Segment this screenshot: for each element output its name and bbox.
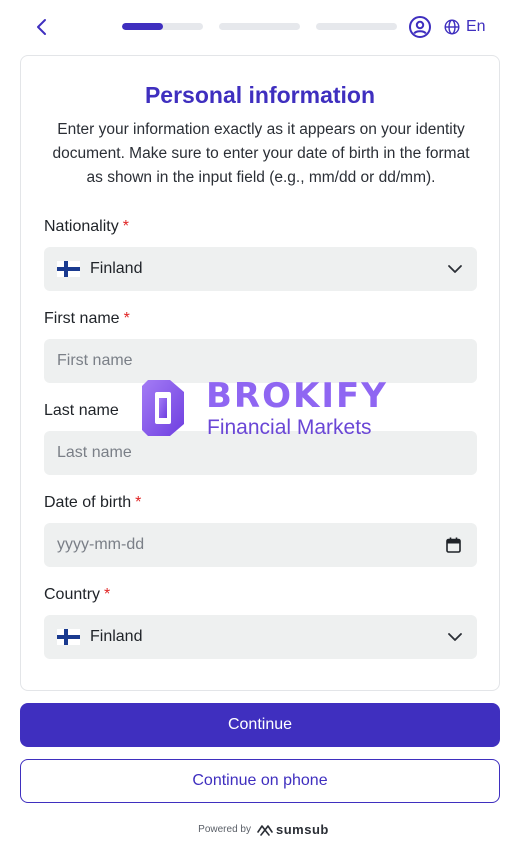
powered-by-footer: Powered by sumsub — [0, 822, 527, 837]
chevron-left-icon — [37, 19, 46, 35]
last-name-placeholder: Last name — [57, 444, 132, 461]
last-name-input[interactable]: Last name — [44, 431, 477, 475]
page-title: Personal information — [144, 82, 376, 108]
required-marker: * — [123, 310, 130, 327]
first-name-label: First name * — [44, 310, 130, 327]
nationality-select[interactable]: Finland — [44, 247, 477, 291]
sumsub-logo-icon — [257, 824, 273, 836]
globe-icon — [444, 19, 460, 35]
calendar-icon[interactable] — [446, 537, 461, 553]
back-button[interactable] — [32, 15, 54, 39]
progress-step-2 — [219, 23, 300, 30]
powered-by-label: Powered by — [198, 824, 251, 835]
first-name-input[interactable]: First name — [44, 339, 477, 383]
dob-input[interactable]: yyyy-mm-dd — [44, 523, 477, 567]
nationality-label: Nationality * — [44, 218, 129, 235]
first-name-placeholder: First name — [57, 352, 133, 369]
page-subtitle: Enter your information exactly as it app… — [52, 121, 470, 186]
sumsub-logo[interactable]: sumsub — [257, 822, 329, 837]
language-selector[interactable]: En — [444, 16, 486, 38]
user-circle-icon — [409, 16, 431, 38]
country-label: Country * — [44, 586, 111, 603]
nationality-value: Finland — [90, 260, 143, 277]
language-label: En — [466, 18, 486, 35]
chevron-down-icon — [448, 265, 462, 273]
finland-flag-icon — [57, 629, 80, 645]
sumsub-wordmark: sumsub — [275, 822, 329, 837]
profile-button[interactable] — [408, 15, 432, 39]
personal-info-card: Personal information Enter your informat… — [20, 55, 500, 691]
progress-step-3 — [316, 23, 397, 30]
dob-label: Date of birth * — [44, 494, 142, 511]
required-marker: * — [122, 218, 129, 235]
chevron-down-icon — [448, 633, 462, 641]
last-name-label: Last name — [44, 402, 119, 419]
country-select[interactable]: Finland — [44, 615, 477, 659]
dob-placeholder: yyyy-mm-dd — [57, 536, 145, 553]
required-marker: * — [104, 586, 111, 603]
progress-step-1 — [122, 23, 203, 30]
required-marker: * — [135, 494, 142, 511]
continue-on-phone-button[interactable]: Continue on phone — [20, 759, 500, 803]
continue-button[interactable]: Continue — [20, 703, 500, 747]
finland-flag-icon — [57, 261, 80, 277]
country-value: Finland — [90, 628, 143, 645]
top-bar: En — [0, 0, 527, 54]
